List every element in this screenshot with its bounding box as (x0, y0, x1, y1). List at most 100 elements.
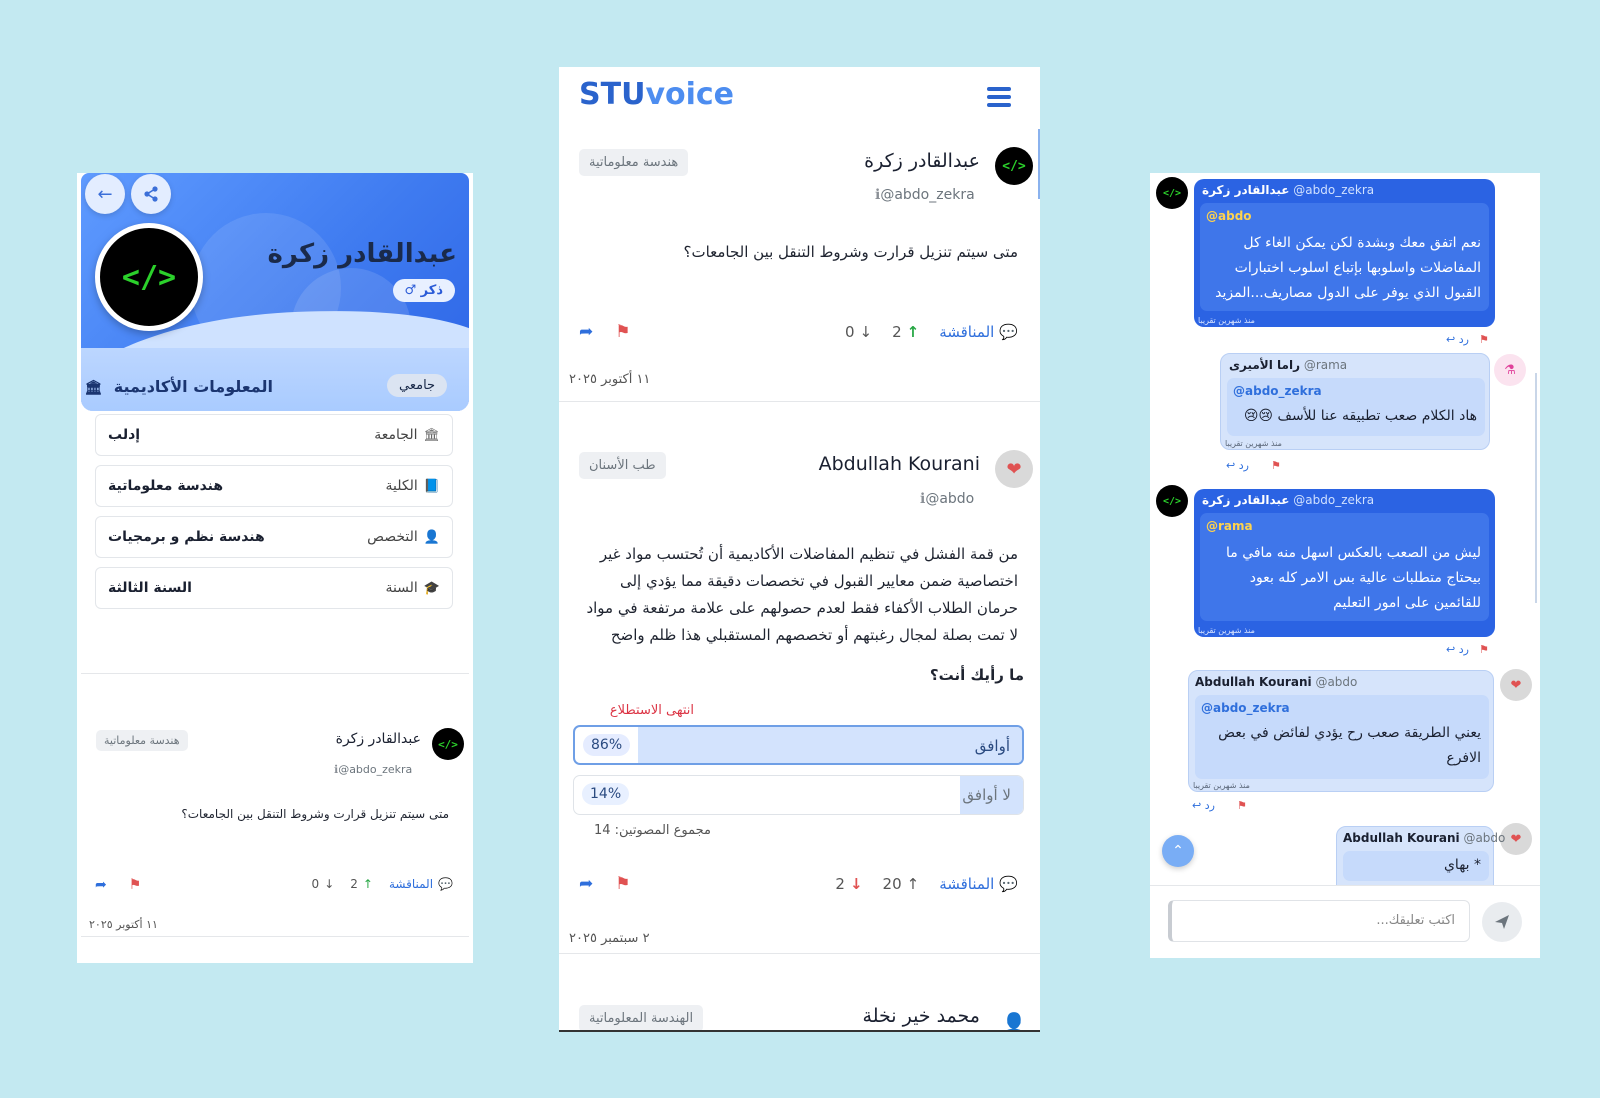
info-row-year: 🎓 السنة السنة الثالثة (95, 567, 453, 609)
arrow-down-icon: ↓ (324, 877, 335, 891)
comments-icon: 💬 (999, 323, 1018, 341)
post-author-name[interactable]: محمد خير نخلة (863, 1005, 980, 1027)
post-author-avatar[interactable]: 👤 (995, 1011, 1033, 1030)
info-value: السنة الثالثة (108, 580, 192, 596)
share-arrow-icon[interactable]: ➦ (95, 877, 107, 893)
comment-content: * بهاي (1343, 851, 1489, 881)
university-icon: 🏛 (84, 380, 103, 396)
comment-mention[interactable]: @abdo_zekra (1233, 384, 1322, 398)
divider (559, 401, 1040, 402)
flag-icon[interactable]: ⚑ (1237, 799, 1247, 812)
post-author-handle: ℹ@abdo (920, 491, 975, 507)
info-value: هندسة نظم و برمجيات (108, 529, 265, 545)
poll-option-label: لا أوافق (962, 786, 1011, 804)
flag-icon[interactable]: ⚑ (1271, 459, 1281, 472)
poll-option-agree[interactable]: 86% أوافق (573, 725, 1024, 765)
arrow-down-icon: ↓ (859, 323, 873, 341)
post-author-avatar[interactable]: </> (432, 728, 464, 760)
back-button[interactable]: ← (85, 174, 125, 214)
poll-percent: 86% (583, 734, 631, 756)
discussion-button[interactable]: 💬 المناقشة (939, 875, 1018, 893)
info-label: السنة (385, 580, 418, 596)
comment-avatar[interactable]: </> (1156, 177, 1188, 209)
comment-header: راما الأميرى @rama (1229, 358, 1348, 372)
reply-button[interactable]: ↩ رد (1446, 333, 1469, 346)
comment-header: Abdullah Kourani @abdo (1343, 831, 1506, 845)
poll-option-disagree[interactable]: 14% لا أوافق (573, 775, 1024, 815)
info-label: التخصص (367, 529, 418, 545)
comment-mention[interactable]: @rama (1206, 519, 1253, 533)
discussion-button[interactable]: 💬 المناقشة (939, 323, 1018, 341)
post-author-name[interactable]: Abdullah Kourani (819, 453, 980, 475)
comment-avatar[interactable]: ⚗ (1494, 354, 1526, 386)
comment-bubble: راما الأميرى @rama @abdo_zekra هاد الكلا… (1220, 353, 1490, 450)
reply-button[interactable]: ↩ رد (1192, 799, 1215, 812)
post-date: ١١ أكتوبر ٢٠٢٥ (89, 918, 158, 931)
upvote-button[interactable]: ↑ 2 (892, 323, 919, 341)
poll-voters-total: مجموع المصوتين: 14 (593, 823, 711, 838)
flag-icon[interactable]: ⚑ (615, 322, 630, 342)
comment-content: @abdo_zekra هاد الكلام صعب تطبيقه عنا لل… (1227, 378, 1485, 436)
share-button[interactable] (131, 174, 171, 214)
role-badge: جامعي (387, 374, 448, 397)
post-text: من قمة الفشل في تنظيم المفاضلات الأكاديم… (586, 545, 1018, 644)
comment-text: هاد الكلام صعب تطبيقه عنا للأسف 😢😢 (1243, 408, 1477, 424)
comment-avatar[interactable]: </> (1156, 485, 1188, 517)
comment-mention[interactable]: @abdo (1206, 209, 1252, 223)
downvote-button[interactable]: ↓ 2 (835, 875, 862, 893)
flag-icon[interactable]: ⚑ (615, 874, 630, 894)
post-date: ١١ أكتوبر ٢٠٢٥ (569, 372, 651, 387)
reply-button[interactable]: ↩ رد (1226, 459, 1249, 472)
post-text: متى سيتم تنزيل قرارت وشروط التنقل بين ال… (683, 243, 1018, 261)
info-label: الكلية (385, 478, 418, 494)
comment-text: * بهاي (1443, 857, 1481, 873)
comment-actions: ↩ رد ⚑ (1446, 643, 1489, 656)
flag-icon[interactable]: ⚑ (1479, 643, 1489, 656)
menu-toggle-button[interactable] (987, 87, 1011, 107)
reply-button[interactable]: ↩ رد (1446, 643, 1469, 656)
share-arrow-icon[interactable]: ➦ (579, 322, 593, 342)
user-tie-icon: 👤 (423, 529, 440, 545)
downvote-button[interactable]: ↓ 0 (845, 323, 872, 341)
brand-logo[interactable]: STUvoice (579, 77, 734, 112)
post-author-name[interactable]: عبدالقادر زكرة (336, 731, 421, 747)
scroll-up-button[interactable]: ⌃ (1162, 835, 1194, 867)
post-share-report: ➦ ⚑ (579, 874, 631, 894)
downvote-button[interactable]: ↓ 0 (312, 877, 335, 891)
discussion-button[interactable]: 💬 المناقشة (389, 877, 453, 891)
comment-input[interactable]: اكتب تعليقك... (1168, 900, 1470, 942)
gender-badge: ذكر ♂ (392, 279, 455, 302)
send-icon (1495, 915, 1509, 929)
info-row-faculty: 📘 الكلية هندسة معلوماتية (95, 465, 453, 507)
heart-pulse-icon: ❤ (1006, 458, 1022, 480)
post-vote-row: 💬 المناقشة ↑ 20 ↓ 2 (835, 875, 1018, 893)
poll-question: ما رأيك أنت؟ (929, 666, 1024, 684)
flag-icon[interactable]: ⚑ (129, 877, 142, 893)
profile-avatar[interactable]: </> (95, 223, 203, 331)
heart-pulse-icon: ❤ (1510, 677, 1522, 693)
comment-actions: ↩ رد ⚑ (1192, 799, 1247, 812)
arrow-up-icon: ↑ (906, 875, 920, 893)
flag-icon[interactable]: ⚑ (1479, 333, 1489, 346)
arrow-left-icon: ← (97, 183, 113, 205)
post-author-avatar[interactable]: ❤ (995, 450, 1033, 488)
code-icon: </> (1002, 158, 1026, 174)
comments-panel: </> عبدالقادر زكرة @abdo_zekra @abdo نعم… (1150, 173, 1540, 958)
code-icon: </> (121, 259, 177, 295)
profile-panel: ← </> عبدالقادر زكرة ذكر ♂ جامعي المعلوم… (77, 173, 473, 963)
post-author-handle: ℹ@abdo_zekra (334, 763, 413, 776)
flask-icon: ⚗ (1504, 362, 1516, 378)
upvote-button[interactable]: ↑ 2 (350, 877, 373, 891)
share-arrow-icon[interactable]: ➦ (579, 874, 593, 894)
post-author-name[interactable]: عبدالقادر زكرة (864, 150, 980, 172)
scrollbar[interactable] (1535, 373, 1537, 603)
comment-avatar[interactable]: ❤ (1500, 669, 1532, 701)
send-button[interactable] (1482, 902, 1522, 942)
info-value: هندسة معلوماتية (108, 478, 224, 494)
comment-mention[interactable]: @abdo_zekra (1201, 701, 1290, 715)
feed-panel: STUvoice </> عبدالقادر زكرة ℹ@abdo_zekra… (559, 67, 1040, 1032)
post-author-avatar[interactable]: </> (995, 147, 1033, 185)
post-author-handle: ℹ@abdo_zekra (875, 187, 975, 203)
post-category-badge: طب الأسنان (579, 452, 666, 479)
upvote-button[interactable]: ↑ 20 (883, 875, 920, 893)
